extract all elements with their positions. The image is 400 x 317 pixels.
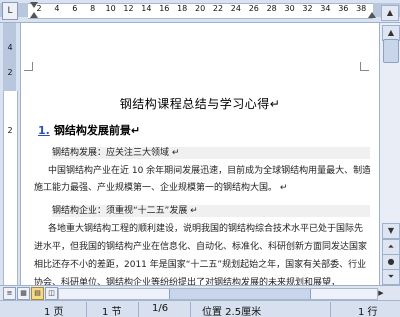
status-separator (330, 302, 331, 317)
paragraph[interactable]: 协会、科研单位、钢结构企业等纷纷提出了对钢结构发展的未来规划和展望， (34, 277, 370, 285)
scroll-down-arrow-icon[interactable]: ▼ (382, 223, 400, 239)
ruler-tick: 6 (72, 4, 78, 13)
view-and-hscroll-row: ≡ ▦ ▤ ▭ ◫ ◀ ▶ (0, 285, 400, 300)
scroll-right-arrow-icon[interactable]: ▶ (376, 288, 386, 298)
status-position: 位置 2.5厘米 (202, 307, 262, 317)
hscroll-thumb[interactable] (169, 289, 311, 299)
previous-page-icon[interactable]: ⏶ (382, 239, 400, 255)
ruler-toggle-button[interactable]: ▲ (381, 5, 399, 21)
status-separator (190, 302, 191, 317)
vruler-text-area (3, 91, 18, 285)
paragraph[interactable]: 中国钢结构产业在近 10 余年期间发展迅速，目前成为全球钢结构用量最大、制造 (48, 165, 370, 177)
reading-layout-view-icon[interactable]: ◫ (45, 287, 58, 300)
ruler-tick: 32 (302, 4, 313, 13)
paragraph[interactable]: 施工能力最强、产业规模第一、企业规模第一的钢结构大国。 ↵ (34, 182, 370, 194)
status-line: 1 行 (358, 307, 378, 317)
horizontal-scrollbar[interactable] (58, 288, 378, 300)
ruler-tick: 24 (230, 4, 241, 13)
paragraph[interactable]: 钢结构发展：应关注三大领域 ↵ (52, 147, 370, 159)
status-page: 1 页 (44, 307, 64, 317)
print-layout-view-icon[interactable]: ▤ (31, 287, 44, 300)
vruler-tick: 2 (7, 126, 13, 135)
ruler-tick: 28 (266, 4, 277, 13)
page-corner-mark (360, 62, 369, 71)
status-section: 1 节 (102, 307, 122, 317)
ruler-tick: 30 (284, 4, 295, 13)
ruler-tick: 18 (177, 4, 188, 13)
document-title[interactable]: 钢结构课程总结与学习心得↵ (0, 95, 400, 112)
ruler-tick: 36 (338, 4, 349, 13)
paragraph[interactable]: 进水平，但我国的钢结构产业在信息化、自动化、标准化、科研创新方面同发达国家 (34, 241, 370, 253)
ruler-tick: 8 (90, 4, 96, 13)
next-page-icon[interactable]: ⏷ (382, 269, 400, 285)
status-separator (86, 302, 87, 317)
paragraph[interactable]: 相比还存不小的差距，2011 年是国家“十二五”规划起始之年，国家有关部委、行业 (34, 259, 370, 271)
vertical-ruler[interactable]: 4 2 2 (0, 23, 21, 285)
heading-number: 1. (38, 124, 50, 137)
vruler-tick: 2 (7, 68, 13, 77)
scroll-thumb[interactable] (383, 39, 399, 63)
paragraph[interactable]: 钢结构企业：须重视“十二五”发展 ↵ (52, 205, 370, 217)
status-separator (138, 302, 139, 317)
heading-text: 钢结构发展前景↵ (53, 124, 141, 137)
vruler-top-margin (3, 23, 16, 91)
horizontal-ruler[interactable]: L 2 4 6 8 10 12 14 16 18 20 22 24 26 28 30 32 34 36 38 ▲ (0, 0, 400, 23)
vertical-scrollbar[interactable]: ▲ ▼ ⏶ ● ⏷ (379, 23, 400, 285)
ruler-tick: 26 (248, 4, 259, 13)
status-page-count: 1/6 (152, 303, 169, 314)
ruler-tick: 16 (159, 4, 170, 13)
section-heading[interactable]: 1. 钢结构发展前景↵ (38, 122, 140, 138)
tab-selector-button[interactable]: L (2, 2, 18, 20)
web-layout-view-icon[interactable]: ▦ (17, 287, 30, 300)
ruler-tick: 34 (320, 4, 331, 13)
ruler-tick: 22 (212, 4, 224, 13)
select-browse-object-icon[interactable]: ● (382, 254, 400, 270)
ruler-tick: 14 (141, 4, 152, 13)
status-bar: 1 页 1 节 1/6 位置 2.5厘米 1 行 (0, 300, 400, 317)
ruler-tick: 2 (36, 4, 42, 13)
ruler-tick: 12 (123, 4, 134, 13)
ruler-tick: 38 (356, 4, 367, 13)
vruler-tick: 4 (7, 43, 13, 52)
ruler-tick: 4 (54, 4, 60, 13)
paragraph[interactable]: 各地重大钢结构工程的顺利建设，说明我国的钢结构综合技术水平已处于国际先 (48, 223, 370, 235)
ruler-tick: 20 (195, 4, 206, 13)
normal-view-icon[interactable]: ≡ (3, 287, 16, 300)
page-corner-mark (24, 62, 33, 71)
word-window: L 2 4 6 8 10 12 14 16 18 20 22 24 26 28 30 32 34 36 38 ▲ 4… (0, 0, 400, 317)
ruler-tick: 10 (105, 4, 116, 13)
right-indent-marker[interactable] (368, 12, 376, 18)
